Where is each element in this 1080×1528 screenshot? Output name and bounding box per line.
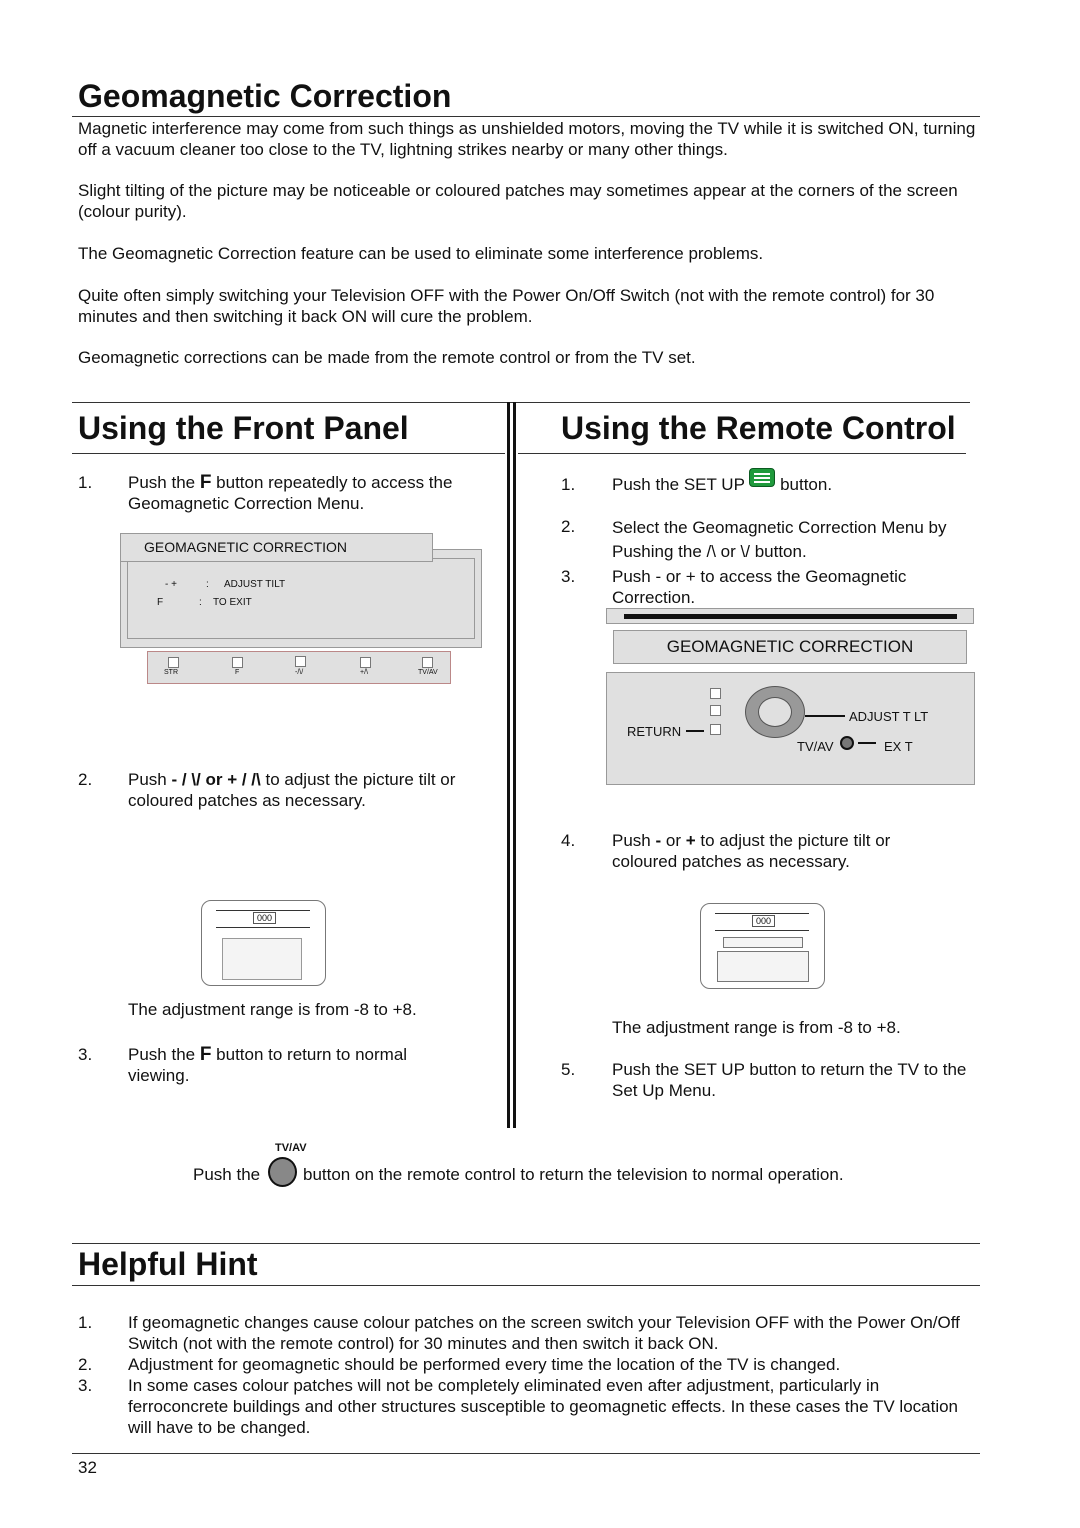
str-button[interactable] (168, 657, 179, 668)
tvav-button[interactable] (422, 657, 433, 668)
setup-button-icon (749, 468, 776, 487)
tvav-button-icon[interactable] (840, 736, 854, 750)
front-osd-title: GEOMAGNETIC CORRECTION (120, 533, 433, 562)
exit-label: EX T (884, 739, 913, 754)
remote-step-2: Select the Geomagnetic Correction Menu b… (612, 518, 947, 561)
hint-item: If geomagnetic changes cause colour patc… (128, 1313, 960, 1353)
intro-paragraph: Quite often simply switching your Televi… (78, 286, 935, 326)
step-number: 3. (78, 1045, 93, 1064)
front-step-1: Push the F button repeatedly to access t… (128, 472, 453, 513)
front-step-2: Push - / \/ or + / /\ to adjust the pict… (128, 770, 456, 810)
plus-up-button[interactable] (360, 657, 371, 668)
remote-osd-bar (606, 608, 974, 624)
intro-paragraph: Slight tilting of the picture may be not… (78, 181, 958, 221)
return-label: RETURN (627, 724, 682, 739)
step-number: 5. (561, 1060, 576, 1079)
return-note-b: button on the remote control to return t… (303, 1165, 844, 1184)
remote-step-1: Push the SET UP button. (612, 468, 972, 495)
minus-down-button[interactable] (295, 656, 306, 667)
remote-osd-title: GEOMAGNETIC CORRECTION (613, 630, 967, 664)
direction-pad-icon[interactable] (745, 686, 805, 738)
hint-number: 2. (78, 1355, 93, 1374)
tv-illustration: 000 (201, 900, 326, 986)
adjust-tilt-label: ADJUST T LT (849, 709, 929, 724)
tv-illustration: 000 (700, 903, 825, 989)
hint-number: 1. (78, 1313, 93, 1332)
column-divider (507, 402, 510, 1128)
f-button[interactable] (232, 657, 243, 668)
hint-number: 3. (78, 1376, 93, 1395)
step-number: 4. (561, 831, 576, 850)
title-rule (72, 116, 980, 117)
page-number: 32 (78, 1458, 97, 1477)
hint-top-rule (72, 1243, 980, 1244)
remote-step-5: Push the SET UP button to return the TV … (612, 1060, 967, 1100)
intro-paragraph: Geomagnetic corrections can be made from… (78, 348, 696, 367)
front-panel-heading: Using the Front Panel (78, 410, 409, 446)
osd-key: - + (165, 579, 177, 590)
remote-osd-panel: RETURN ADJUST T LT TV/AV EX T (606, 672, 975, 785)
osd-sep: : (199, 597, 202, 608)
hint-item: In some cases colour patches will not be… (128, 1376, 959, 1437)
remote-heading-rule (518, 453, 966, 454)
remote-range-note: The adjustment range is from -8 to +8. (612, 1018, 901, 1037)
step-number: 1. (78, 473, 93, 492)
tvav-label: TV/AV (797, 739, 834, 754)
remote-step-4: Push - or + to adjust the picture tilt o… (612, 831, 891, 871)
remote-control-heading: Using the Remote Control (561, 410, 956, 446)
footer-rule (72, 1453, 980, 1454)
osd-sep: : (206, 579, 209, 590)
tvav-button-icon (268, 1157, 297, 1187)
front-panel-buttons: STR F -/\/ +/\ TV/AV (147, 651, 451, 684)
page-title: Geomagnetic Correction (78, 78, 452, 114)
hint-bottom-rule (72, 1285, 980, 1286)
step-number: 3. (561, 567, 576, 586)
column-divider (513, 402, 516, 1128)
front-step-3: Push the F button to return to normal vi… (128, 1044, 408, 1085)
front-range-note: The adjustment range is from -8 to +8. (128, 1000, 417, 1019)
front-heading-rule (72, 453, 505, 454)
hint-heading: Helpful Hint (78, 1246, 258, 1282)
front-osd-frame: - + : ADJUST TILT F : TO EXIT (120, 549, 482, 648)
step-number: 2. (78, 770, 93, 789)
section-top-rule (72, 402, 970, 403)
hint-item: Adjustment for geomagnetic should be per… (128, 1355, 841, 1374)
intro-paragraph: The Geomagnetic Correction feature can b… (78, 244, 764, 263)
return-note-a: Push the (193, 1165, 261, 1184)
step-number: 2. (561, 517, 576, 536)
remote-step-3: Push - or + to access the Geomagnetic Co… (612, 567, 907, 607)
osd-key: F (157, 597, 164, 608)
return-button[interactable] (710, 724, 721, 735)
tvav-label: TV/AV (275, 1142, 307, 1154)
step-number: 1. (561, 475, 576, 494)
osd-adjust-tilt: ADJUST TILT (224, 579, 286, 590)
osd-to-exit: TO EXIT (213, 597, 252, 608)
intro-paragraph: Magnetic interference may come from such… (78, 119, 976, 159)
